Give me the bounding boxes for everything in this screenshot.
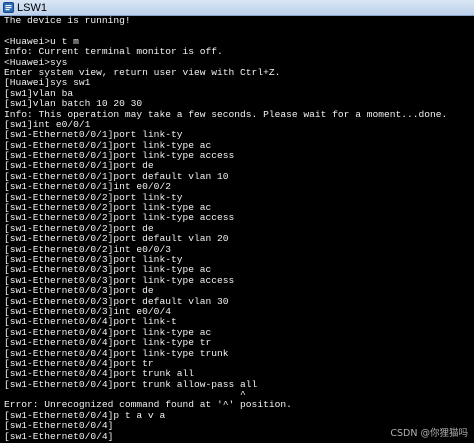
terminal-line: Info: Current terminal monitor is off.	[4, 46, 223, 58]
terminal-line: The device is running!	[4, 16, 131, 26]
terminal-line: [sw1-Ethernet0/0/4]	[4, 430, 114, 442]
window-title: LSW1	[17, 2, 47, 14]
terminal-line: [sw1-Ethernet0/0/3]port de	[4, 285, 154, 297]
terminal-output: The device is running! <Huawei>u t m Info:…	[4, 16, 447, 442]
terminal-app-icon	[3, 2, 14, 13]
terminal-line: [sw1]vlan batch 10 20 30	[4, 98, 143, 110]
terminal-window: LSW1 The device is running! <Huawei>u t m…	[0, 0, 474, 443]
watermark: CSDN @你狸猫吗	[390, 428, 468, 439]
title-bar[interactable]: LSW1	[0, 0, 474, 16]
terminal-console[interactable]: The device is running! <Huawei>u t m Info:…	[0, 16, 474, 443]
terminal-line: [sw1-Ethernet0/0/4]port link-type tr	[4, 337, 212, 349]
